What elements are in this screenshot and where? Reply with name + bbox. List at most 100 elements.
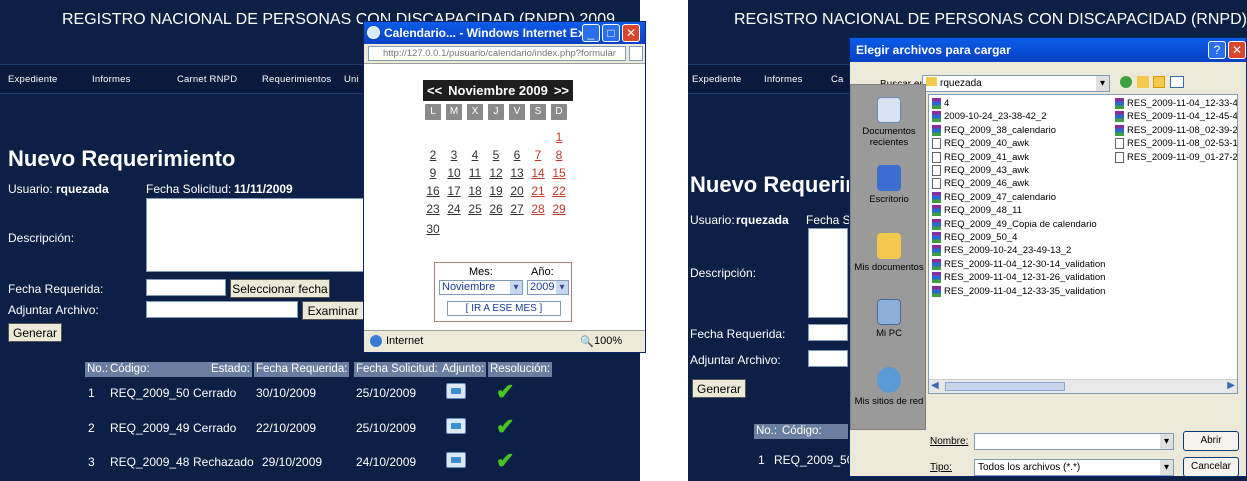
fecha-requerida-input[interactable] (146, 279, 226, 296)
back-icon[interactable] (1120, 76, 1132, 88)
file-item[interactable]: RES_2009-11-08_02-53-16_yearssn (1115, 138, 1237, 150)
file-item[interactable]: 4 (932, 98, 949, 109)
calendar-day[interactable]: 29 (550, 202, 568, 216)
calendar-day[interactable]: 12 (487, 166, 505, 180)
nav-uni[interactable]: Uni (344, 74, 359, 85)
abrir-button[interactable]: Abrir (1183, 431, 1239, 451)
calendar-day[interactable]: 27 (508, 202, 526, 216)
calendar-day[interactable]: 28 (529, 202, 547, 216)
ir-a-ese-mes-button[interactable]: [ IR A ESE MES ] (447, 301, 561, 316)
calendar-day[interactable]: 9 (424, 166, 442, 180)
calendar-day[interactable]: 20 (508, 184, 526, 198)
file-item[interactable]: REQ_2009_48_11 (932, 205, 1022, 217)
row1-attachment-icon[interactable] (446, 383, 466, 399)
mes-select[interactable]: Noviembre (439, 280, 523, 295)
examinar-button[interactable]: Examinar (302, 301, 364, 320)
calendar-day[interactable]: 14 (529, 166, 547, 180)
folder-combo[interactable]: rquezada (922, 75, 1110, 92)
seleccionar-fecha-button[interactable]: Seleccionar fecha (230, 279, 330, 298)
calendar-day[interactable]: 11 (466, 166, 484, 180)
place-desktop[interactable]: Escritorio (853, 165, 925, 205)
calendar-day[interactable]: 23 (424, 202, 442, 216)
file-item[interactable]: REQ_2009_41_awk (932, 151, 1029, 163)
calendar-day[interactable]: 4 (466, 148, 484, 162)
calendar-day[interactable]: 24 (445, 202, 463, 216)
place-recent[interactable]: Documentos recientes (853, 97, 925, 148)
view-menu-icon[interactable] (1170, 76, 1184, 88)
help-button[interactable]: ? (1208, 41, 1226, 59)
nav-carnet[interactable]: Carnet RNPD (177, 74, 237, 85)
calendar-day[interactable]: 25 (466, 202, 484, 216)
scroll-left-icon[interactable]: ◀ (931, 380, 939, 391)
calendar-day[interactable]: 3 (445, 148, 463, 162)
row3-attachment-icon[interactable] (446, 452, 466, 468)
calendar-day[interactable]: 8 (550, 148, 568, 162)
close-button[interactable]: ✕ (622, 24, 640, 42)
place-mypc[interactable]: Mi PC (853, 299, 925, 339)
file-item[interactable]: REQ_2009_46_awk (932, 178, 1029, 190)
calendar-day[interactable]: 22 (550, 184, 568, 198)
descripcion-textarea-right[interactable] (808, 228, 848, 318)
nav-expediente[interactable]: Expediente (8, 74, 58, 85)
adjuntar-input-right[interactable] (808, 350, 848, 367)
tipo-select[interactable]: Todos los archivos (*.*) (974, 459, 1174, 476)
calendar-day[interactable]: 5 (487, 148, 505, 162)
scroll-right-icon[interactable]: ▶ (1227, 380, 1235, 391)
nav-informes[interactable]: Informes (92, 74, 131, 85)
dialog-titlebar[interactable]: Elegir archivos para cargar (850, 38, 1246, 62)
nav-carnet-right[interactable]: Ca (831, 74, 844, 85)
nav-expediente-right[interactable]: Expediente (692, 74, 742, 85)
nav-informes-right[interactable]: Informes (764, 74, 803, 85)
file-item[interactable]: RES_2009-11-08_02-39-23_calendario (1115, 124, 1237, 136)
file-list[interactable]: 4 2009-10-24_23-38-42_2 REQ_2009_38_calend… (928, 94, 1238, 394)
calendar-day[interactable]: 13 (508, 166, 526, 180)
file-item[interactable]: RES_2009-11-04_12-45-42_validation (1115, 111, 1237, 123)
generar-button[interactable]: Generar (8, 323, 62, 342)
file-item[interactable]: RES_2009-11-04_12-30-14_validation (932, 258, 1105, 270)
calendar-day[interactable]: 1 (550, 130, 568, 144)
scroll-thumb[interactable] (945, 382, 1065, 391)
nav-requerimientos[interactable]: Requerimientos (262, 74, 331, 85)
maximize-button[interactable]: □ (602, 24, 620, 42)
calendar-day[interactable]: 15 (550, 166, 568, 180)
file-item[interactable]: REQ_2009_47_calendario (932, 191, 1056, 203)
file-item[interactable]: RES_2009-11-04_12-33-44_validation (1115, 98, 1237, 109)
row2-attachment-icon[interactable] (446, 418, 466, 434)
dialog-close-button[interactable]: ✕ (1228, 41, 1246, 59)
zoom-level[interactable]: 100% (594, 335, 622, 347)
nombre-input[interactable] (974, 433, 1174, 450)
calendar-day[interactable]: 30 (424, 222, 442, 236)
calendar-day[interactable]: 26 (487, 202, 505, 216)
calendar-day[interactable]: 16 (424, 184, 442, 198)
file-item[interactable]: RES_2009-11-04_12-33-35_validation (932, 285, 1105, 297)
calendar-day[interactable]: 7 (529, 148, 547, 162)
place-network[interactable]: Mis sitios de red (853, 367, 925, 407)
calendar-day[interactable]: 2 (424, 148, 442, 162)
calendar-day[interactable]: 10 (445, 166, 463, 180)
file-item[interactable]: RES_2009-11-09_01-27-20_Tareas a r (1115, 151, 1237, 163)
file-item[interactable]: REQ_2009_38_calendario (932, 124, 1056, 136)
horizontal-scrollbar[interactable]: ◀ ▶ (929, 379, 1237, 393)
calendar-day[interactable]: 18 (466, 184, 484, 198)
anio-select[interactable]: 2009 (527, 280, 569, 295)
cancelar-button[interactable]: Cancelar (1183, 457, 1239, 477)
file-item[interactable]: 2009-10-24_23-38-42_2 (932, 111, 1046, 123)
new-folder-icon[interactable] (1153, 76, 1165, 88)
next-month-button[interactable]: >> (554, 80, 569, 101)
place-documents[interactable]: Mis documentos (853, 233, 925, 273)
file-item[interactable]: RES_2009-10-24_23-49-13_2 (932, 245, 1071, 257)
generar-button-right[interactable]: Generar (692, 379, 746, 398)
prev-month-button[interactable]: << (427, 80, 442, 101)
calendar-day[interactable]: 21 (529, 184, 547, 198)
descripcion-textarea[interactable] (146, 198, 364, 272)
file-item[interactable]: REQ_2009_43_awk (932, 165, 1029, 176)
url-field[interactable]: http://127.0.0.1/pusuario/calendario/ind… (368, 46, 626, 61)
fecha-requerida-input-right[interactable] (808, 324, 848, 341)
minimize-button[interactable]: _ (582, 24, 600, 42)
file-item[interactable]: REQ_2009_50_4 (932, 232, 1017, 243)
calendar-day[interactable]: 6 (508, 148, 526, 162)
file-item[interactable]: RES_2009-11-04_12-31-26_validation (932, 272, 1105, 284)
calendar-day[interactable]: 19 (487, 184, 505, 198)
adjuntar-input[interactable] (146, 301, 298, 318)
up-folder-icon[interactable] (1137, 76, 1149, 88)
